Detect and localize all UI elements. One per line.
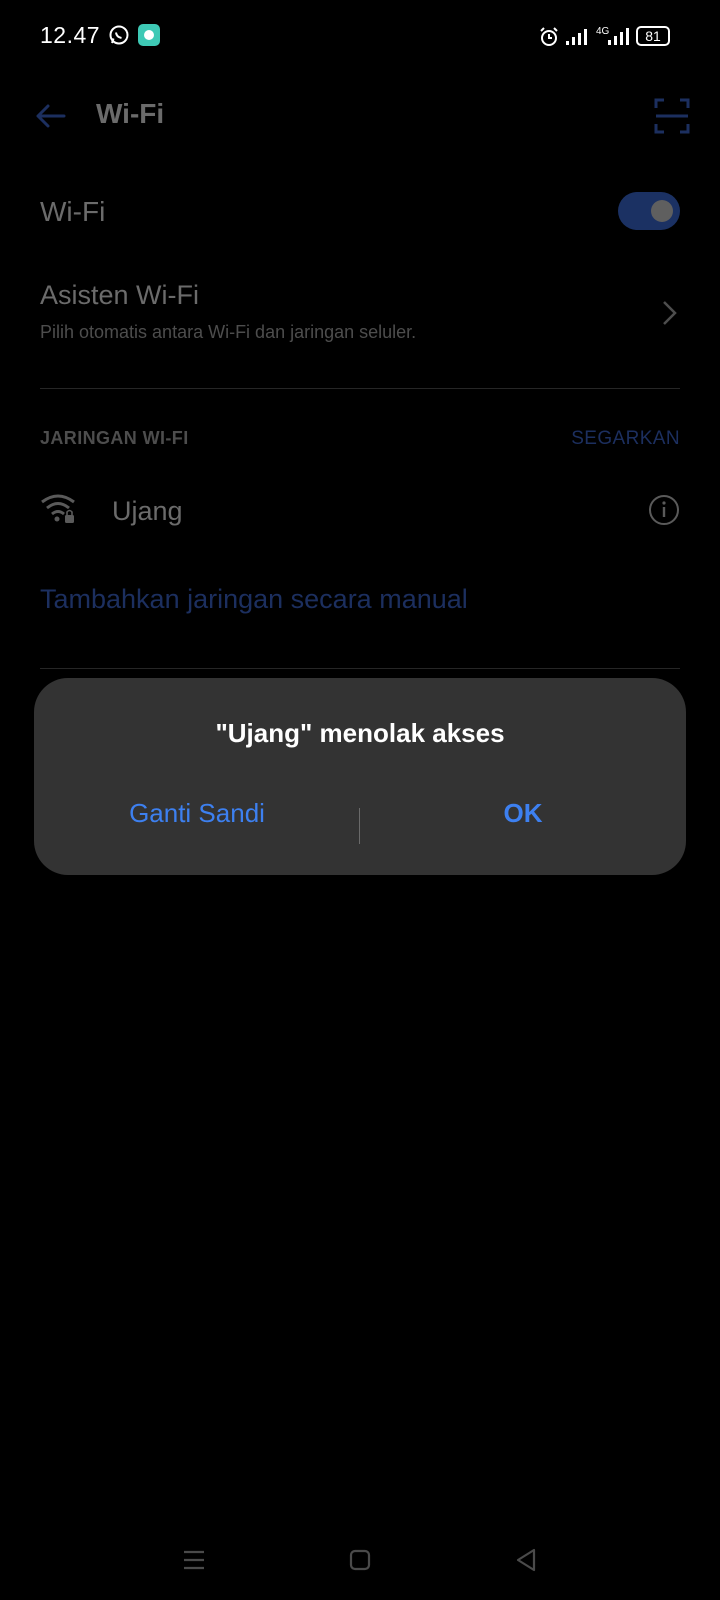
- assistant-title: Asisten Wi-Fi: [40, 280, 200, 310]
- network-item-ujang[interactable]: Ujang: [40, 476, 680, 546]
- back-icon[interactable]: [506, 1540, 546, 1580]
- home-icon[interactable]: [340, 1540, 380, 1580]
- divider: [40, 388, 680, 389]
- networks-header: JARINGAN WI-FI: [40, 428, 189, 448]
- divider: [40, 668, 680, 669]
- network-name: Ujang: [112, 496, 183, 526]
- chevron-right-icon: [663, 301, 677, 325]
- navigation-bar: [0, 1530, 720, 1600]
- wifi-toggle-row[interactable]: Wi-Fi: [40, 178, 680, 244]
- networks-section-header: JARINGAN WI-FI SEGARKAN: [40, 426, 680, 456]
- qr-scan-icon[interactable]: [654, 98, 690, 134]
- app-bar: Wi-Fi: [0, 80, 720, 152]
- wifi-label: Wi-Fi: [40, 196, 106, 227]
- page-title: Wi-Fi: [96, 98, 165, 129]
- refresh-button[interactable]: SEGARKAN: [571, 428, 680, 450]
- change-password-button[interactable]: Ganti Sandi: [34, 788, 360, 838]
- info-icon[interactable]: [648, 494, 680, 526]
- arrow-left-icon[interactable]: [32, 96, 72, 136]
- access-denied-dialog: "Ujang" menolak akses Ganti Sandi OK: [34, 678, 686, 875]
- wifi-toggle[interactable]: [618, 192, 680, 230]
- dialog-title: "Ujang" menolak akses: [215, 718, 505, 748]
- ok-button[interactable]: OK: [360, 788, 686, 838]
- toggle-knob: [651, 200, 673, 222]
- assistant-subtitle: Pilih otomatis antara Wi-Fi dan jaringan…: [40, 322, 417, 342]
- wifi-assistant-row[interactable]: Asisten Wi-Fi Pilih otomatis antara Wi-F…: [40, 272, 680, 362]
- menu-icon[interactable]: [174, 1540, 214, 1580]
- wifi-locked-icon: [41, 494, 75, 523]
- add-network-manually-link[interactable]: Tambahkan jaringan secara manual: [40, 584, 468, 615]
